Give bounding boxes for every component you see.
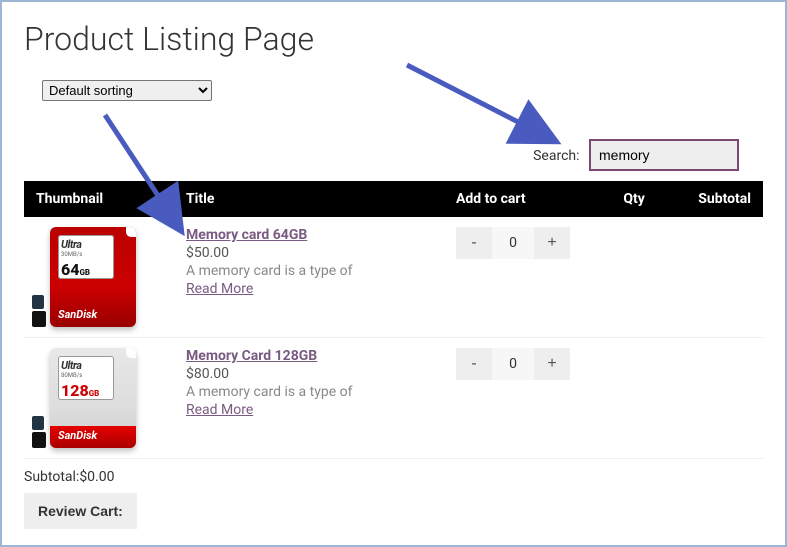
quantity-stepper: - 0 + — [456, 227, 570, 259]
col-subtotal: Subtotal — [657, 181, 763, 217]
microsd-icon — [32, 295, 48, 327]
title-cell: Memory card 64GB $50.00 A memory card is… — [174, 217, 444, 338]
page-title: Product Listing Page — [24, 20, 763, 58]
product-title-link[interactable]: Memory Card 128GB — [186, 348, 317, 364]
qty-minus-button[interactable]: - — [456, 227, 492, 259]
thumb-capacity: 128 — [61, 381, 89, 400]
search-input[interactable] — [589, 139, 739, 171]
addtocart-cell: - 0 + — [444, 217, 594, 338]
footer: Subtotal:$0.00 Review Cart: — [24, 469, 763, 529]
qty-minus-button[interactable]: - — [456, 348, 492, 380]
thumb-speed: 30MB/s — [61, 251, 111, 258]
sdcard-icon: Ultra 80MB/s 128GB SanDisk — [50, 348, 136, 448]
title-cell: Memory Card 128GB $80.00 A memory card i… — [174, 338, 444, 459]
thumb-capacity: 64 — [61, 260, 79, 279]
qty-plus-button[interactable]: + — [534, 227, 570, 259]
review-cart-button[interactable]: Review Cart: — [24, 493, 137, 529]
table-header: Thumbnail Title Add to cart Qty Subtotal — [24, 181, 763, 217]
product-description: A memory card is a type of — [186, 263, 432, 279]
table-row: Ultra 30MB/s 64GB SanDisk Memory card 64… — [24, 217, 763, 338]
thumb-gb: GB — [89, 389, 100, 398]
thumb-brand: SanDisk — [58, 308, 97, 321]
thumb-speed: 80MB/s — [61, 372, 111, 379]
search-label: Search: — [533, 148, 579, 164]
thumb-gb: GB — [79, 268, 90, 277]
col-title: Title — [174, 181, 444, 217]
col-qty: Qty — [594, 181, 657, 217]
product-table: Thumbnail Title Add to cart Qty Subtotal… — [24, 181, 763, 459]
subtotal-cell — [657, 338, 763, 459]
table-row: Ultra 80MB/s 128GB SanDisk Memory Card 1… — [24, 338, 763, 459]
product-thumbnail: Ultra 80MB/s 128GB SanDisk — [36, 348, 156, 448]
subtotal-cell — [657, 217, 763, 338]
addtocart-cell: - 0 + — [444, 338, 594, 459]
qty-value: 0 — [492, 227, 534, 259]
product-price: $50.00 — [186, 245, 432, 261]
product-description: A memory card is a type of — [186, 384, 432, 400]
subtotal-label: Subtotal: — [24, 469, 79, 485]
thumb-ultra: Ultra — [61, 359, 111, 372]
qty-value: 0 — [492, 348, 534, 380]
quantity-stepper: - 0 + — [456, 348, 570, 380]
col-thumbnail: Thumbnail — [24, 181, 174, 217]
read-more-link[interactable]: Read More — [186, 402, 253, 418]
thumb-ultra: Ultra — [61, 238, 111, 251]
product-price: $80.00 — [186, 366, 432, 382]
qty-cell — [594, 338, 657, 459]
col-addtocart: Add to cart — [444, 181, 594, 217]
qty-cell — [594, 217, 657, 338]
microsd-icon — [32, 416, 48, 448]
thumbnail-cell: Ultra 80MB/s 128GB SanDisk — [24, 338, 174, 459]
thumb-brand: SanDisk — [58, 429, 97, 442]
product-title-link[interactable]: Memory card 64GB — [186, 227, 307, 243]
sdcard-icon: Ultra 30MB/s 64GB SanDisk — [50, 227, 136, 327]
search-row: Search: — [24, 139, 763, 171]
subtotal-value: $0.00 — [79, 469, 114, 485]
thumbnail-cell: Ultra 30MB/s 64GB SanDisk — [24, 217, 174, 338]
app-frame: Product Listing Page Default sorting Sea… — [0, 0, 787, 547]
sort-select[interactable]: Default sorting — [42, 80, 212, 101]
qty-plus-button[interactable]: + — [534, 348, 570, 380]
read-more-link[interactable]: Read More — [186, 281, 253, 297]
product-thumbnail: Ultra 30MB/s 64GB SanDisk — [36, 227, 156, 327]
